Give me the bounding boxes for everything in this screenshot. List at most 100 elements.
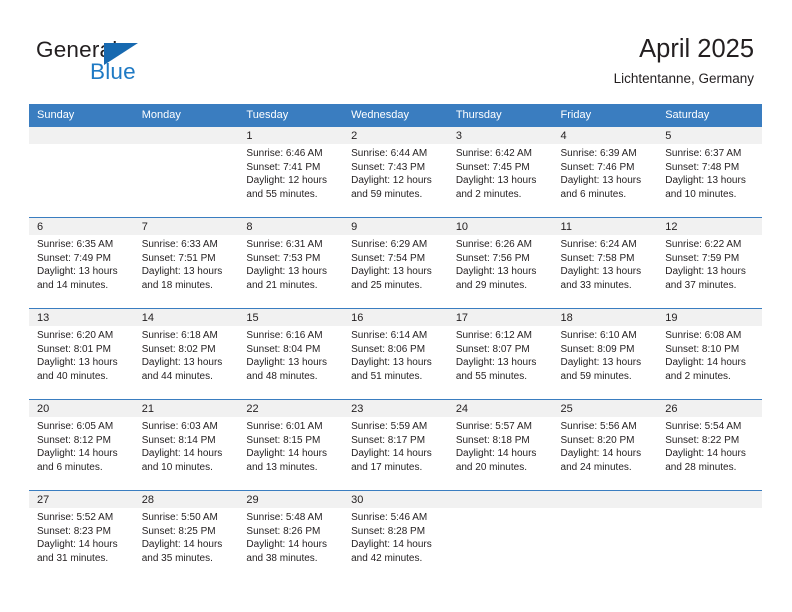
calendar-day-cell[interactable]: 18 Sunrise: 6:10 AM Sunset: 8:09 PM Dayligh… <box>552 308 658 400</box>
calendar-day-cell[interactable]: 25 Sunrise: 5:56 AM Sunset: 8:20 PM Dayligh… <box>552 399 658 491</box>
calendar-day-cell[interactable]: 8 Sunrise: 6:31 AM Sunset: 7:53 PM Daylight… <box>238 217 344 309</box>
day-cell-inner: 4 Sunrise: 6:39 AM Sunset: 7:46 PM Daylight… <box>552 127 658 217</box>
day-cell-inner: 11 Sunrise: 6:24 AM Sunset: 7:58 PM Dayligh… <box>552 218 658 308</box>
sunrise-time: Sunrise: 6:14 AM <box>351 330 428 341</box>
calendar-day-cell[interactable]: 20 Sunrise: 6:05 AM Sunset: 8:12 PM Dayligh… <box>29 399 134 491</box>
calendar-day-cell[interactable]: 6 Sunrise: 6:35 AM Sunset: 7:49 PM Daylight… <box>29 217 134 309</box>
calendar-day-cell[interactable]: 2 Sunrise: 6:44 AM Sunset: 7:43 PM Daylight… <box>343 127 448 218</box>
day-details <box>553 508 658 511</box>
sunrise-time: Sunrise: 6:22 AM <box>665 239 742 250</box>
day-details: Sunrise: 6:35 AM Sunset: 7:49 PM Daylight:… <box>29 235 134 292</box>
day-details: Sunrise: 6:26 AM Sunset: 7:56 PM Daylight:… <box>448 235 553 292</box>
calendar-day-cell[interactable]: 7 Sunrise: 6:33 AM Sunset: 7:51 PM Daylight… <box>133 217 239 309</box>
day-number <box>552 491 658 508</box>
calendar-day-cell[interactable]: 26 Sunrise: 5:54 AM Sunset: 8:22 PM Dayligh… <box>657 399 762 491</box>
day-details: Sunrise: 5:50 AM Sunset: 8:25 PM Daylight:… <box>134 508 239 565</box>
sunset-time: Sunset: 7:43 PM <box>351 161 426 173</box>
daylight-duration-line1: Daylight: 13 hours <box>560 357 642 369</box>
daylight-duration-line2: and 10 minutes. <box>141 461 213 473</box>
calendar-day-cell[interactable]: 11 Sunrise: 6:24 AM Sunset: 7:58 PM Dayligh… <box>552 217 658 309</box>
sunrise-time: Sunrise: 6:33 AM <box>141 239 218 250</box>
calendar-day-cell[interactable]: 22 Sunrise: 6:01 AM Sunset: 8:15 PM Dayligh… <box>238 399 344 491</box>
calendar-day-cell[interactable] <box>133 127 239 218</box>
day-number <box>657 491 762 508</box>
daylight-duration-line1: Daylight: 14 hours <box>665 448 746 460</box>
daylight-duration-line2: and 59 minutes. <box>351 188 423 200</box>
sunset-time: Sunset: 8:22 PM <box>665 434 740 446</box>
daylight-duration-line2: and 38 minutes. <box>246 552 318 564</box>
calendar-day-cell[interactable]: 3 Sunrise: 6:42 AM Sunset: 7:45 PM Daylight… <box>447 127 553 218</box>
calendar-day-cell[interactable]: 4 Sunrise: 6:39 AM Sunset: 7:46 PM Daylight… <box>552 127 658 218</box>
day-cell-inner: 14 Sunrise: 6:18 AM Sunset: 8:02 PM Dayligh… <box>133 309 239 399</box>
calendar-day-cell[interactable] <box>552 490 658 581</box>
calendar-day-cell[interactable]: 28 Sunrise: 5:50 AM Sunset: 8:25 PM Dayligh… <box>133 490 239 581</box>
calendar-day-cell[interactable]: 17 Sunrise: 6:12 AM Sunset: 8:07 PM Dayligh… <box>447 308 553 400</box>
calendar-day-cell[interactable]: 21 Sunrise: 6:03 AM Sunset: 8:14 PM Dayligh… <box>133 399 239 491</box>
day-cell-inner: 29 Sunrise: 5:48 AM Sunset: 8:26 PM Dayligh… <box>238 491 344 581</box>
weekday-header-tuesday: Tuesday <box>238 104 344 127</box>
day-cell-inner <box>657 491 762 581</box>
daylight-duration-line2: and 17 minutes. <box>351 461 423 473</box>
sunset-time: Sunset: 7:58 PM <box>560 252 635 264</box>
sunrise-time: Sunrise: 6:37 AM <box>665 148 742 159</box>
sunrise-time: Sunrise: 6:44 AM <box>351 148 428 159</box>
daylight-duration-line2: and 21 minutes. <box>246 279 318 291</box>
sunset-time: Sunset: 8:01 PM <box>37 343 111 355</box>
weekday-header-monday: Monday <box>133 104 239 127</box>
daylight-duration-line1: Daylight: 13 hours <box>351 357 432 369</box>
calendar-day-cell[interactable]: 14 Sunrise: 6:18 AM Sunset: 8:02 PM Dayligh… <box>133 308 239 400</box>
day-details: Sunrise: 6:01 AM Sunset: 8:15 PM Daylight:… <box>238 417 343 474</box>
day-cell-inner: 22 Sunrise: 6:01 AM Sunset: 8:15 PM Dayligh… <box>238 400 344 490</box>
calendar-day-cell[interactable]: 27 Sunrise: 5:52 AM Sunset: 8:23 PM Dayligh… <box>29 490 134 581</box>
day-details: Sunrise: 5:57 AM Sunset: 8:18 PM Daylight:… <box>448 417 553 474</box>
general-blue-logo[interactable]: General Blue <box>36 37 216 89</box>
calendar-day-cell[interactable]: 30 Sunrise: 5:46 AM Sunset: 8:28 PM Dayligh… <box>343 490 448 581</box>
calendar-day-cell[interactable]: 5 Sunrise: 6:37 AM Sunset: 7:48 PM Daylight… <box>657 127 762 218</box>
calendar-day-cell[interactable]: 15 Sunrise: 6:16 AM Sunset: 8:04 PM Dayligh… <box>238 308 344 400</box>
sunset-time: Sunset: 8:10 PM <box>665 343 740 355</box>
day-cell-inner: 30 Sunrise: 5:46 AM Sunset: 8:28 PM Dayligh… <box>343 491 448 581</box>
calendar-day-cell[interactable] <box>447 490 553 581</box>
daylight-duration-line1: Daylight: 14 hours <box>246 539 328 551</box>
sunrise-time: Sunrise: 5:59 AM <box>351 421 428 432</box>
day-number: 16 <box>343 309 448 326</box>
calendar-day-cell[interactable]: 23 Sunrise: 5:59 AM Sunset: 8:17 PM Dayligh… <box>343 399 448 491</box>
day-cell-inner: 28 Sunrise: 5:50 AM Sunset: 8:25 PM Dayligh… <box>133 491 239 581</box>
sunrise-time: Sunrise: 5:52 AM <box>37 512 114 523</box>
day-cell-inner: 12 Sunrise: 6:22 AM Sunset: 7:59 PM Dayligh… <box>657 218 762 308</box>
daylight-duration-line1: Daylight: 13 hours <box>560 266 642 278</box>
calendar-day-cell[interactable]: 19 Sunrise: 6:08 AM Sunset: 8:10 PM Dayligh… <box>657 308 762 400</box>
calendar-day-cell[interactable]: 24 Sunrise: 5:57 AM Sunset: 8:18 PM Dayligh… <box>447 399 553 491</box>
calendar-day-cell[interactable]: 1 Sunrise: 6:46 AM Sunset: 7:41 PM Daylight… <box>238 127 344 218</box>
sunrise-time: Sunrise: 6:03 AM <box>141 421 218 432</box>
day-number: 20 <box>29 400 134 417</box>
calendar-week-row: 1 Sunrise: 6:46 AM Sunset: 7:41 PM Daylight… <box>29 127 762 218</box>
daylight-duration-line2: and 28 minutes. <box>665 461 737 473</box>
calendar-day-cell[interactable] <box>29 127 134 218</box>
day-cell-inner <box>552 491 658 581</box>
sunset-time: Sunset: 7:53 PM <box>246 252 321 264</box>
calendar-day-cell[interactable]: 13 Sunrise: 6:20 AM Sunset: 8:01 PM Dayligh… <box>29 308 134 400</box>
calendar-day-cell[interactable] <box>657 490 762 581</box>
sunset-time: Sunset: 8:14 PM <box>141 434 216 446</box>
daylight-duration-line2: and 42 minutes. <box>351 552 423 564</box>
daylight-duration-line2: and 44 minutes. <box>141 370 213 382</box>
page-header: General Blue April 2025 Lichtentanne, Ge… <box>0 0 792 103</box>
calendar-day-cell[interactable]: 16 Sunrise: 6:14 AM Sunset: 8:06 PM Dayligh… <box>343 308 448 400</box>
day-details: Sunrise: 6:44 AM Sunset: 7:43 PM Daylight:… <box>343 144 448 201</box>
sunrise-time: Sunrise: 6:12 AM <box>455 330 532 341</box>
calendar-day-cell[interactable]: 9 Sunrise: 6:29 AM Sunset: 7:54 PM Daylight… <box>343 217 448 309</box>
day-cell-inner: 24 Sunrise: 5:57 AM Sunset: 8:18 PM Dayligh… <box>447 400 553 490</box>
weekday-header-sunday: Sunday <box>29 104 134 127</box>
day-details: Sunrise: 6:46 AM Sunset: 7:41 PM Daylight:… <box>238 144 343 201</box>
day-number: 2 <box>343 127 448 144</box>
calendar-day-cell[interactable]: 29 Sunrise: 5:48 AM Sunset: 8:26 PM Dayligh… <box>238 490 344 581</box>
sunset-time: Sunset: 8:04 PM <box>246 343 321 355</box>
calendar-day-cell[interactable]: 10 Sunrise: 6:26 AM Sunset: 7:56 PM Dayligh… <box>447 217 553 309</box>
sunrise-time: Sunrise: 6:05 AM <box>37 421 114 432</box>
day-number: 23 <box>343 400 448 417</box>
calendar-day-cell[interactable]: 12 Sunrise: 6:22 AM Sunset: 7:59 PM Dayligh… <box>657 217 762 309</box>
sunset-time: Sunset: 7:56 PM <box>455 252 530 264</box>
day-number <box>29 127 134 144</box>
daylight-duration-line1: Daylight: 13 hours <box>665 175 746 187</box>
